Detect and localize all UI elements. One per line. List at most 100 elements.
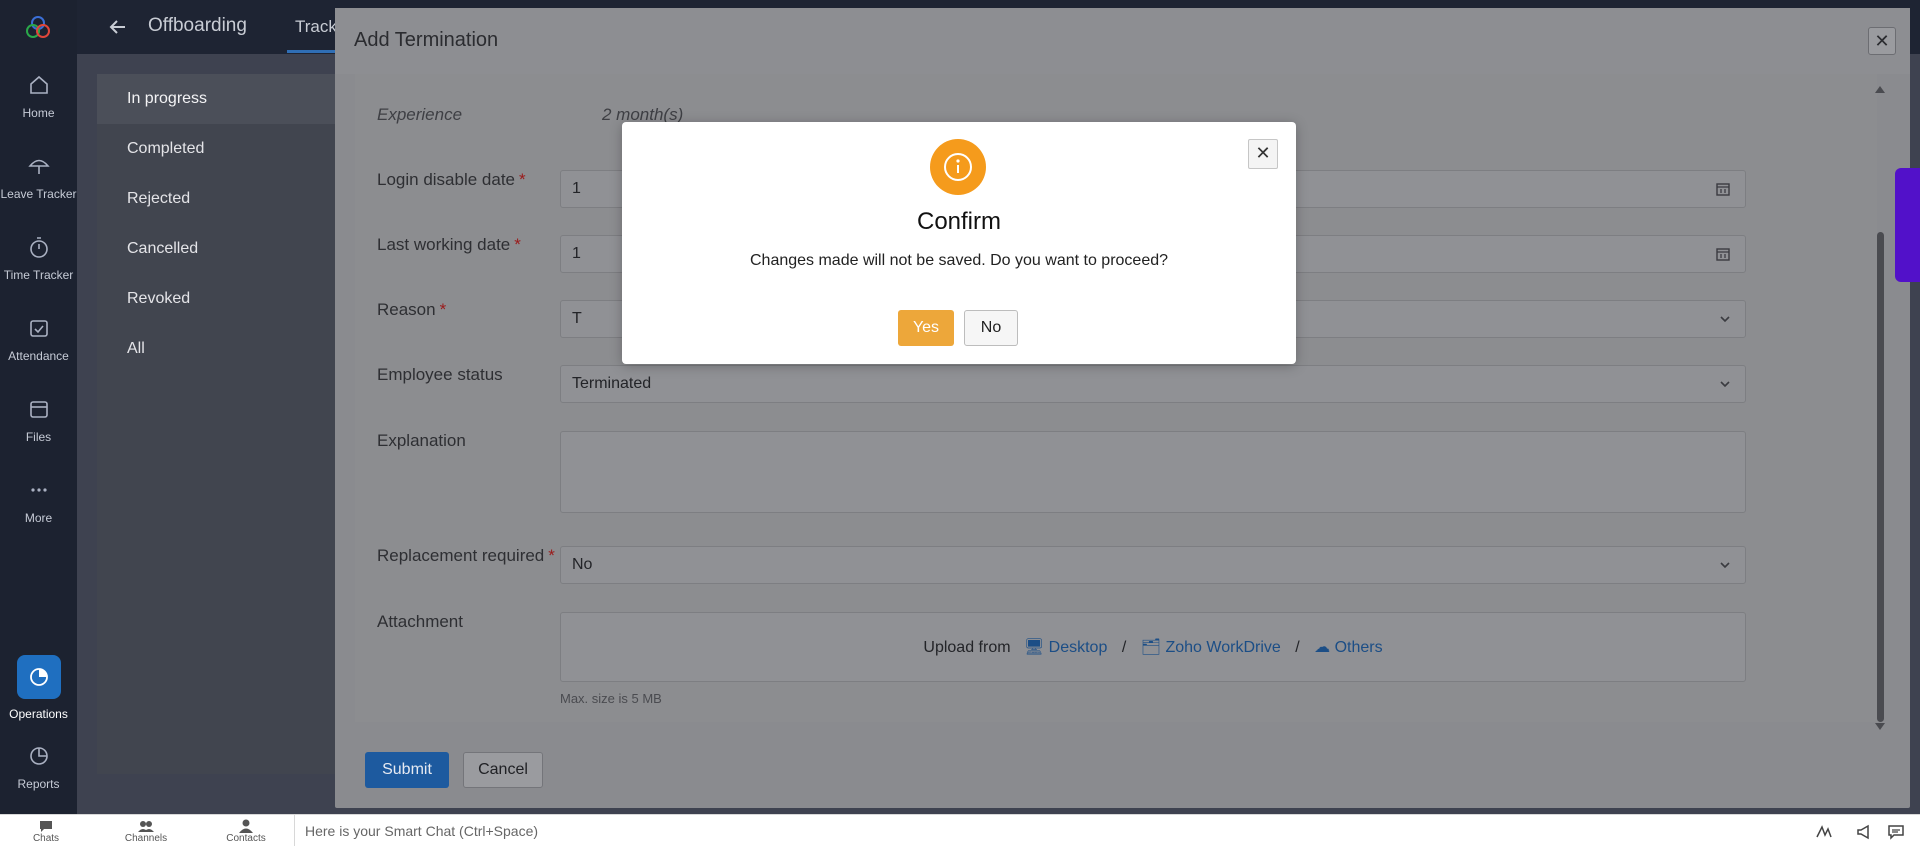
rail-item-label: Home [22,106,55,120]
left-rail: Home Leave Tracker Time Tracker Attendan… [0,0,77,814]
rail-item-files[interactable]: Files [0,396,77,444]
rail-item-home[interactable]: Home [0,72,77,120]
upload-others-link[interactable]: ☁ Others [1314,639,1382,656]
scrollbar-thumb[interactable] [1877,232,1884,722]
bottom-item-label: Contacts [226,833,266,844]
cancel-button[interactable]: Cancel [463,752,543,788]
dialog-title: Confirm [916,208,1001,235]
chevron-down-icon [1719,312,1731,324]
subnav-item-completed[interactable]: Completed [97,124,357,174]
required-mark: * [548,546,555,565]
submit-button[interactable]: Submit [365,752,449,788]
login-disable-label: Login disable date * [377,170,526,189]
replacement-select[interactable]: No [560,546,1746,584]
experience-label: Experience [377,105,463,124]
yes-button[interactable]: Yes [898,310,954,346]
dialog-message: Changes made will not be saved. Do you w… [749,252,1169,269]
subnav-item-in-progress[interactable]: In progress [97,74,357,124]
last-working-label: Last working date * [377,235,521,254]
drawer-close-button[interactable]: ✕ [1868,27,1896,55]
upload-separator: / [1121,639,1127,656]
attachment-upload-area: Upload from 🖥 Desktop / 🗂 Zoho WorkDrive… [560,612,1746,682]
upload-from-label: Upload from [923,639,1011,656]
close-icon: ✕ [1255,143,1271,163]
explanation-textarea[interactable] [560,431,1746,513]
back-arrow-icon[interactable] [107,16,129,38]
employee-status-value: Terminated [572,375,652,392]
max-size-hint: Max. size is 5 MB [560,691,662,706]
rail-item-label: Reports [17,777,60,791]
scroll-down-icon[interactable] [1875,723,1885,730]
bottom-item-contacts[interactable]: Contacts [211,819,281,844]
info-icon [930,139,986,195]
dialog-close-button[interactable]: ✕ [1248,139,1278,169]
close-icon: ✕ [1874,31,1890,51]
bottom-item-channels[interactable]: Channels [111,819,181,844]
subnav-item-revoked[interactable]: Revoked [97,274,357,324]
workdrive-icon: 🗂 [1140,639,1162,656]
subnav-item-rejected[interactable]: Rejected [97,174,357,224]
subnav-item-cancelled[interactable]: Cancelled [97,224,357,274]
tab-track[interactable]: Track [295,17,337,37]
login-disable-date-value: 1 [572,180,581,197]
rail-item-operations[interactable]: Operations [0,655,77,721]
no-button[interactable]: No [964,310,1018,346]
calendar-icon[interactable] [1715,246,1731,262]
megaphone-icon[interactable] [1855,823,1873,841]
required-mark: * [514,235,521,254]
bottom-item-label: Chats [32,833,60,844]
page-title: Offboarding [148,15,247,36]
required-mark: * [439,300,447,319]
comment-icon[interactable] [1887,823,1905,841]
rail-item-label: Operations [9,707,68,721]
upload-workdrive-link[interactable]: 🗂 Zoho WorkDrive [1141,639,1281,656]
bottom-item-chats[interactable]: Chats [11,819,81,844]
confirm-dialog: ✕ Confirm Changes made will not be saved… [622,122,1296,364]
rail-item-leave-tracker[interactable]: Leave Tracker [0,153,77,201]
chevron-down-icon [1719,377,1731,389]
drawer-title: Add Termination [354,29,499,51]
smart-chat-input[interactable]: Here is your Smart Chat (Ctrl+Space) [294,815,1794,846]
bottom-item-label: Channels [124,833,168,844]
attachment-label: Attachment [377,612,463,631]
reason-label: Reason * [377,300,447,319]
pie-chart-icon [26,743,52,769]
rail-item-label: Leave Tracker [0,187,77,201]
calendar-icon[interactable] [1715,181,1731,197]
reason-value: T [572,310,582,327]
required-mark: * [519,170,526,189]
subnav-item-all[interactable]: All [97,324,357,374]
desktop-icon: 🖥 [1023,639,1045,656]
rail-item-label: Attendance [8,349,69,363]
stopwatch-icon [26,234,52,260]
scroll-up-icon[interactable] [1875,86,1885,93]
rail-item-more[interactable]: More [0,477,77,525]
rail-item-label: Time Tracker [3,268,74,282]
side-widget-tab[interactable] [1895,168,1920,282]
drawer-scrollbar[interactable] [1874,78,1886,730]
rail-item-label: More [24,511,53,525]
cloud-icon: ☁ [1314,639,1331,656]
signature-icon[interactable] [1815,823,1833,841]
rail-item-time-tracker[interactable]: Time Tracker [0,234,77,282]
bottom-chat-bar: Chats Channels Contacts Here is your Sma… [0,814,1920,846]
rail-item-reports[interactable]: Reports [0,743,77,791]
replacement-value: No [572,556,593,573]
upload-separator: / [1295,639,1300,656]
umbrella-icon [26,153,52,179]
employee-status-select[interactable]: Terminated [560,365,1746,403]
last-working-date-value: 1 [572,245,581,262]
home-icon [26,72,52,98]
explanation-label: Explanation [377,431,466,450]
app-logo-icon[interactable] [24,14,52,42]
upload-desktop-link[interactable]: 🖥 Desktop [1024,639,1107,656]
chevron-down-icon [1719,558,1731,570]
contact-person-icon [238,819,254,833]
replacement-label: Replacement required * [377,546,555,565]
status-subnav: In progress Completed Rejected Cancelled… [97,74,357,774]
rail-item-label: Files [25,430,52,444]
chat-bubble-icon [38,819,54,833]
calendar-check-icon [26,315,52,341]
operations-icon [16,655,61,699]
rail-item-attendance[interactable]: Attendance [0,315,77,363]
